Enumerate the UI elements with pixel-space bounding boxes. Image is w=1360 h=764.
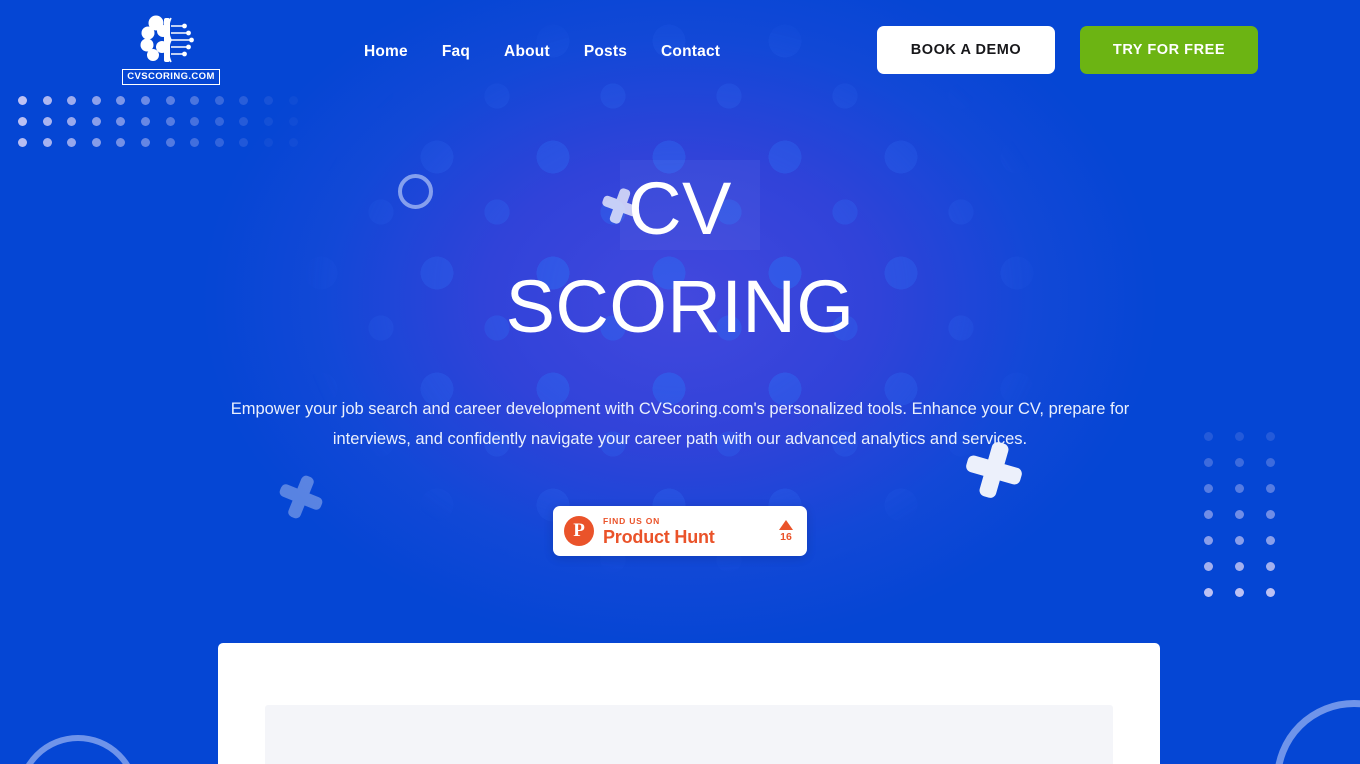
brand-logo[interactable]: CVSCORING.COM (122, 14, 220, 85)
hero-title-line-2: SCORING (505, 265, 855, 348)
hero-title-line-1: CV (628, 167, 732, 250)
showcase-card: CVSCORING.COM Documents + ⌄ ↻ ⛶ (218, 643, 1160, 764)
page-title: CV SCORING (0, 160, 1360, 356)
nav-item-home[interactable]: Home (362, 40, 410, 64)
product-hunt-upvote[interactable]: 16 (779, 519, 796, 543)
showcase-inner-panel: CVSCORING.COM Documents + ⌄ ↻ ⛶ (265, 705, 1113, 764)
upvote-arrow-icon (779, 519, 793, 530)
product-hunt-badge[interactable]: P FIND US ON Product Hunt 16 (553, 506, 807, 556)
site-header: CVSCORING.COM Home Faq About Posts Conta… (0, 0, 1360, 100)
hero-subtitle: Empower your job search and career devel… (230, 400, 1130, 448)
try-for-free-button[interactable]: TRY FOR FREE (1080, 26, 1258, 74)
nav-item-about[interactable]: About (502, 40, 552, 64)
nav-item-faq[interactable]: Faq (440, 40, 472, 64)
main-nav: Home Faq About Posts Contact (362, 40, 722, 64)
circle-outline-bottom-right-icon (1274, 700, 1360, 764)
product-hunt-eyebrow: FIND US ON (603, 515, 661, 526)
product-hunt-text: FIND US ON Product Hunt (603, 516, 770, 547)
book-demo-button[interactable]: BOOK A DEMO (877, 26, 1055, 74)
header-actions: BOOK A DEMO TRY FOR FREE (877, 26, 1258, 74)
brain-circuit-icon (140, 15, 194, 63)
upvote-count: 16 (780, 530, 792, 543)
brand-name: CVSCORING.COM (122, 69, 220, 85)
product-hunt-logo-icon: P (564, 516, 594, 546)
nav-item-contact[interactable]: Contact (659, 40, 722, 64)
product-hunt-name: Product Hunt (603, 526, 715, 547)
nav-item-posts[interactable]: Posts (582, 40, 629, 64)
